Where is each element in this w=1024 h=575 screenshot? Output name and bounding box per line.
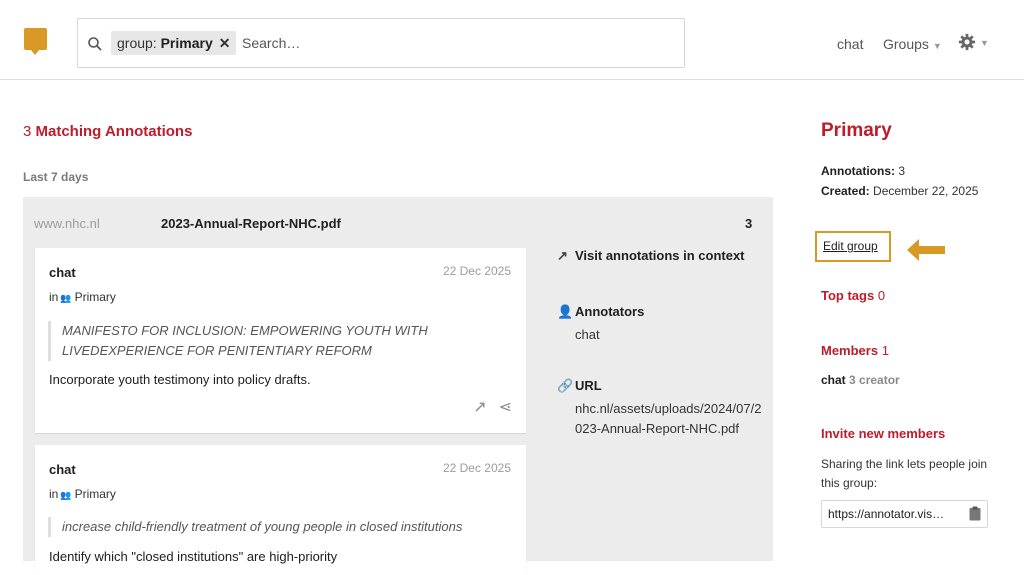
top-tags-heading: Top tags 0 [821,288,885,303]
annotation-group-name: Primary [74,487,116,501]
member-name[interactable]: chat [821,373,846,387]
annotator-name[interactable]: chat [557,325,762,345]
annotation-body: Identify which "closed institutions" are… [49,549,338,564]
group-icon: 👥 [60,490,72,500]
results-label: Matching Annotations [31,123,193,140]
created-label: Created: [821,184,870,198]
arrow-left-icon [907,239,945,261]
chevron-down-icon: ▼ [932,41,942,51]
speech-bubble-logo-icon[interactable] [24,28,47,55]
share-link-field[interactable]: https://annotator.vis… [821,500,988,528]
annotators-label: Annotators [575,304,645,319]
annotation-group[interactable]: in 👥 Primary [49,290,116,304]
url-section: 🔗 URL nhc.nl/assets/uploads/2024/07/2023-… [557,378,762,439]
arrow-up-right-icon: ↗ [557,248,568,263]
annotations-value: 3 [895,164,906,178]
created-value: December 22, 2025 [869,184,979,198]
annotation-card[interactable]: chat 22 Dec 2025 in 👥 Primary MANIFESTO FO… [35,248,526,433]
period-label: Last 7 days [23,170,89,184]
groups-menu[interactable]: Groups ▼ [883,36,942,52]
members-label: Members [821,343,879,358]
member-row: chat 3 creator [821,373,900,387]
user-icon: 👤 [557,304,574,319]
annotation-quote: increase child-friendly treatment of you… [48,517,512,537]
annotation-date[interactable]: 22 Dec 2025 [443,264,511,278]
user-menu[interactable]: chat [837,36,863,52]
document-annotation-count: 3 [745,216,753,231]
document-domain[interactable]: www.nhc.nl [34,216,100,231]
chevron-down-icon: ▼ [980,38,989,49]
member-meta: 3 creator [849,373,900,387]
search-bar[interactable]: group: Primary ✕ [77,18,685,68]
external-link-icon[interactable]: ↗ [473,399,486,416]
annotation-body: Incorporate youth testimony into policy … [49,372,311,387]
gear-icon [958,33,976,51]
settings-menu[interactable]: ▼ [958,33,989,51]
visit-in-context-link[interactable]: ↗ Visit annotations in context [557,248,762,264]
annotation-user[interactable]: chat [49,462,76,477]
clipboard-icon[interactable] [969,506,981,521]
facet-value: Primary [160,35,213,51]
results-title: 3 Matching Annotations [23,123,192,140]
annotation-quote: MANIFESTO FOR INCLUSION: EMPOWERING YOUT… [48,321,502,361]
annotations-label: Annotations: [821,164,895,178]
facet-label: group: [117,35,161,51]
invite-heading: Invite new members [821,426,946,441]
annotation-actions: ↗ ⋖ [461,397,512,417]
edit-group-link[interactable]: Edit group [823,239,878,253]
document-url[interactable]: nhc.nl/assets/uploads/2024/07/2023-Annua… [557,399,762,439]
top-tags-label: Top tags [821,288,875,303]
top-bar: group: Primary✕ chat Groups▼ ▼ [0,0,1024,80]
edit-group-highlight: Edit group [815,231,891,262]
annotation-group-name: Primary [74,290,116,304]
annotation-user[interactable]: chat [49,265,76,280]
share-description: Sharing the link lets people join this g… [821,457,988,490]
group-meta: Annotations: 3 Created: December 22, 202… [821,161,1001,201]
group-title: Primary [821,120,892,141]
annotation-card[interactable]: chat 22 Dec 2025 in 👥 Primary increase chi… [35,445,526,575]
members-count: 1 [881,343,889,358]
groups-label: Groups [883,36,929,52]
top-tags-count: 0 [877,288,886,303]
url-label: URL [575,378,602,393]
group-facet-chip: group: Primary ✕ [111,31,237,55]
visit-label: Visit annotations in context [575,248,745,263]
document-panel: www.nhc.nl 2023-Annual-Report-NHC.pdf 3 … [23,197,773,575]
link-icon: 🔗 [557,378,574,393]
share-icon[interactable]: ⋖ [499,399,512,416]
search-icon [88,37,102,51]
members-heading: Members 1 [821,343,889,358]
share-link-value[interactable]: https://annotator.vis… [828,507,966,521]
search-input[interactable] [242,31,672,55]
annotators-section: 👤 Annotators chat [557,304,762,345]
annotation-group[interactable]: in 👥 Primary [49,487,116,501]
group-icon: 👥 [60,293,72,303]
document-title[interactable]: 2023-Annual-Report-NHC.pdf [161,216,341,231]
remove-facet-icon[interactable]: ✕ [219,35,231,51]
annotation-date[interactable]: 22 Dec 2025 [443,461,511,475]
